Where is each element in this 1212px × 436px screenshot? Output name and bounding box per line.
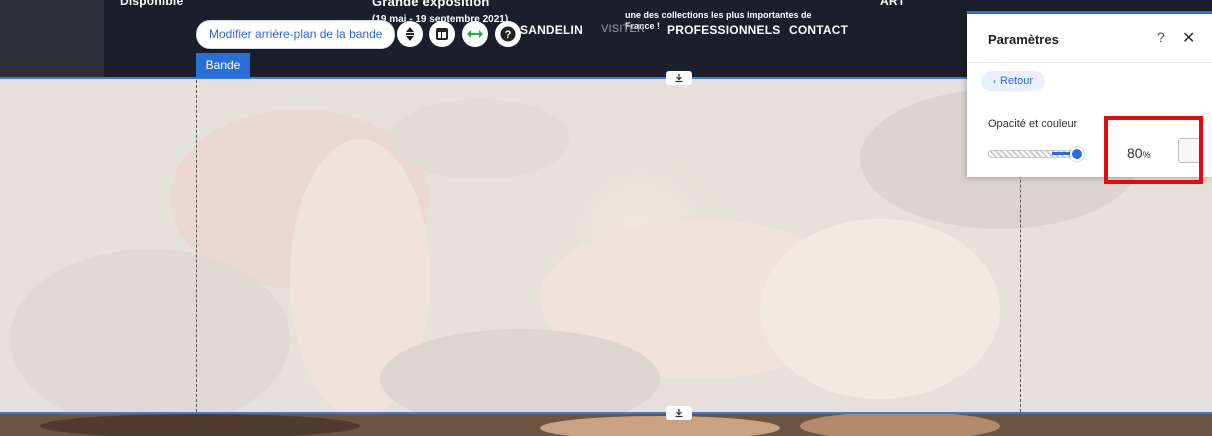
panel-divider [967, 62, 1212, 63]
nav-item-sandelin[interactable]: SANDELIN [520, 23, 583, 37]
nav-item-disponible[interactable]: Disponible [120, 0, 183, 8]
nav-collections-line1: une des collections les plus importantes… [625, 10, 812, 20]
back-button[interactable]: ‹ Retour [981, 71, 1046, 91]
bottom-anchor-handle[interactable] [666, 406, 692, 420]
download-arrow-icon [675, 409, 683, 418]
download-arrow-icon [675, 74, 683, 83]
strip-bottom-border [0, 412, 1212, 414]
layout-button[interactable] [429, 21, 455, 47]
stretch-button[interactable] [462, 21, 488, 47]
help-button[interactable]: ? [495, 21, 521, 47]
left-grid-guide [196, 80, 197, 412]
arrange-button[interactable] [397, 21, 423, 47]
opacity-color-label: Opacité et couleur [988, 118, 1078, 130]
header-left-block [0, 0, 104, 78]
close-icon[interactable]: ✕ [1182, 28, 1195, 48]
next-strip-preview [0, 414, 1212, 436]
layout-icon [436, 28, 448, 40]
next-strip-image [0, 414, 1212, 436]
nav-item-art[interactable]: ART [880, 0, 905, 8]
panel-title: Paramètres [988, 32, 1059, 47]
nav-item-visiter[interactable]: VISITER [601, 23, 645, 35]
chevron-left-icon: ‹ [993, 76, 996, 86]
strip-label-tag[interactable]: Bande [196, 53, 250, 78]
panel-help-icon[interactable]: ? [1157, 29, 1165, 45]
nav-expo-title: Grande exposition [372, 0, 490, 9]
nav-item-professionnels[interactable]: PROFESSIONNELS [667, 23, 780, 37]
page-canvas: Disponible Grande exposition (19 mai - 1… [0, 0, 1212, 436]
top-anchor-handle[interactable] [666, 71, 692, 85]
arrange-icon [406, 27, 414, 41]
svg-text:?: ? [505, 29, 512, 41]
highlight-annotation-box [1104, 116, 1203, 184]
edit-strip-background-button[interactable]: Modifier arrière-plan de la bande [196, 20, 396, 49]
back-button-label: Retour [1000, 75, 1034, 87]
help-icon: ? [500, 26, 516, 42]
nav-item-contact[interactable]: CONTACT [789, 23, 848, 37]
stretch-arrows-icon [467, 30, 483, 38]
opacity-slider-handle[interactable] [1070, 147, 1084, 161]
